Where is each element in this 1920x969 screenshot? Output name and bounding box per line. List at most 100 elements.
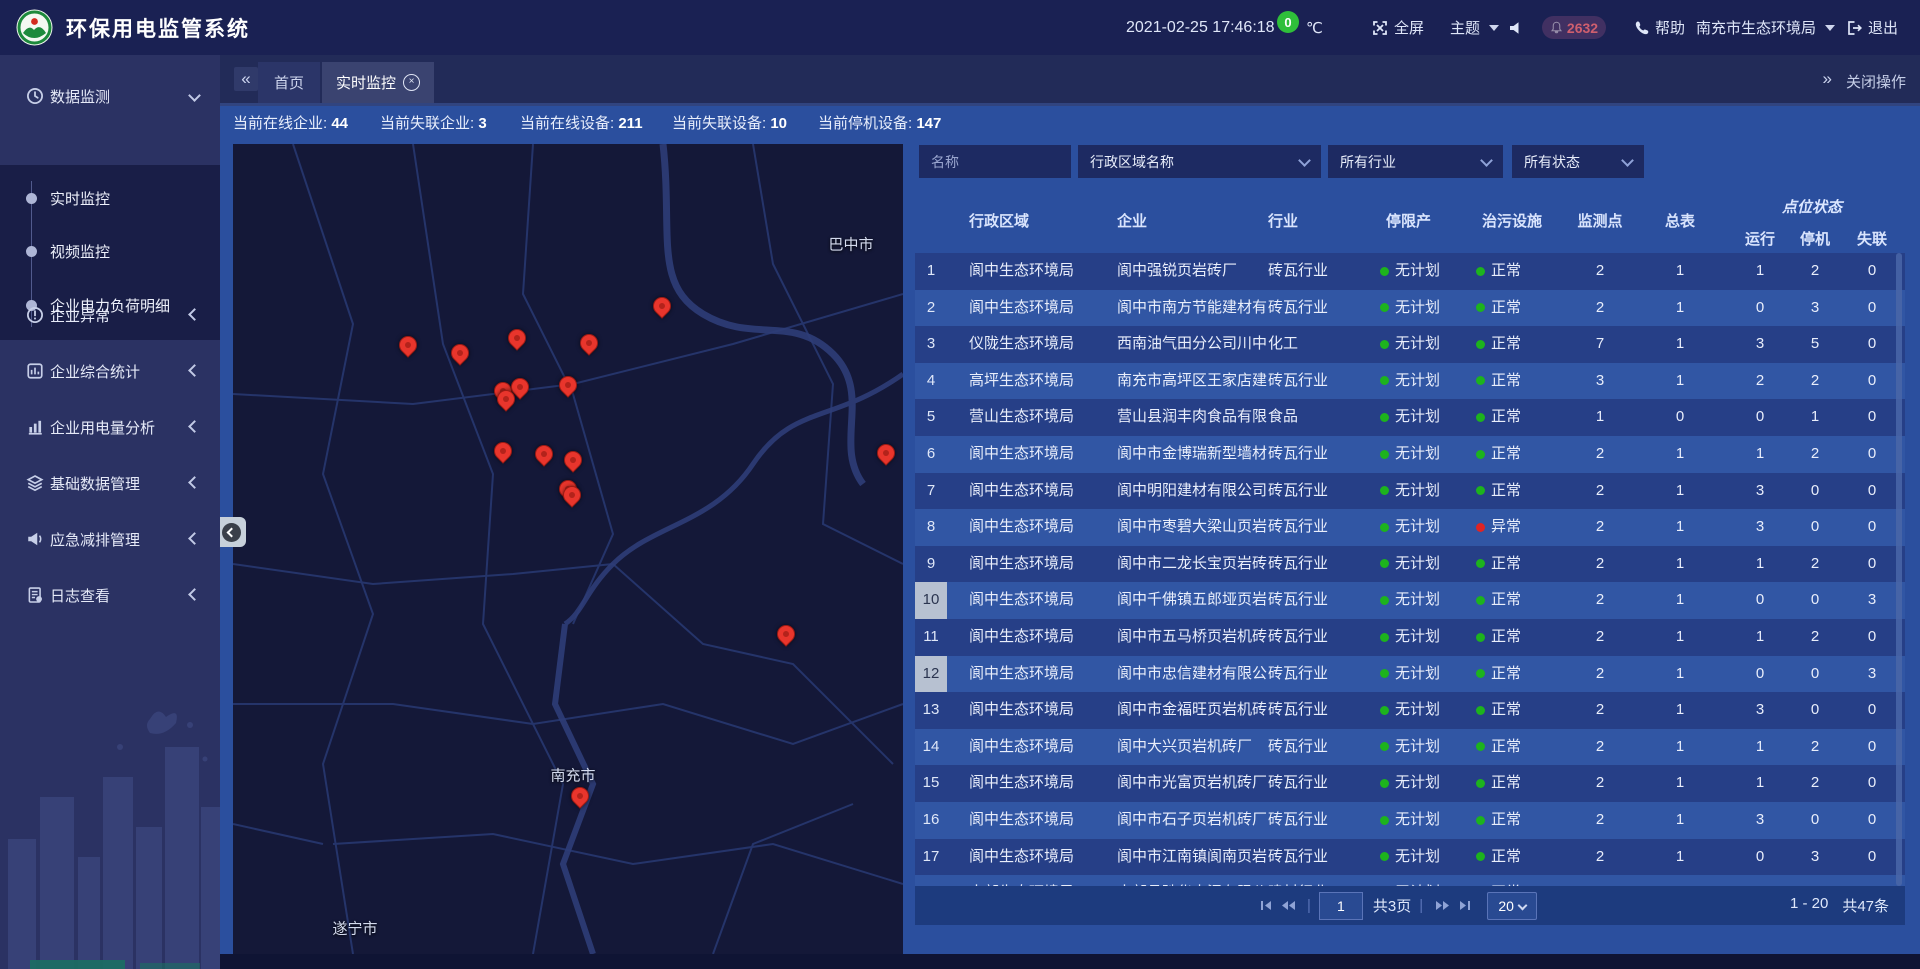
help-button[interactable]: 帮助	[1634, 0, 1685, 55]
table-row[interactable]: 2阆中生态环境局阆中市南方节能建材有砖瓦行业无计划正常21030	[915, 290, 1905, 327]
cell-industry: 砖瓦行业	[1268, 509, 1373, 546]
col-header-company: 企业	[1117, 210, 1147, 231]
table-row[interactable]: 16阆中生态环境局阆中市石子页岩机砖厂砖瓦行业无计划正常21300	[915, 802, 1905, 839]
cell-run: 3	[1730, 509, 1790, 546]
map-city-label: 南充市	[550, 765, 595, 786]
region-filter-select[interactable]: 行政区域名称	[1078, 145, 1321, 178]
row-number: 2	[915, 290, 947, 327]
sidebar-item-5[interactable]: 基础数据管理	[0, 455, 220, 511]
cell-facility: 正常	[1476, 656, 1556, 693]
sidebar-item-label: 应急减排管理	[50, 529, 140, 550]
cell-industry: 砖瓦行业	[1268, 290, 1373, 327]
col-header-monitor: 监测点	[1577, 210, 1622, 231]
fullscreen-button[interactable]: 全屏	[1372, 0, 1424, 55]
theme-button[interactable]: 主题	[1450, 0, 1499, 55]
table-row[interactable]: 14阆中生态环境局阆中大兴页岩机砖厂砖瓦行业无计划正常21120	[915, 729, 1905, 766]
sidebar-item-6[interactable]: 应急减排管理	[0, 511, 220, 567]
table-row[interactable]: 7阆中生态环境局阆中明阳建材有限公司砖瓦行业无计划正常21300	[915, 473, 1905, 510]
tabs-scroll-left-button[interactable]: «	[234, 67, 258, 91]
stat-value: 147	[916, 115, 941, 132]
table-row[interactable]: 6阆中生态环境局阆中市金博瑞新型墙材砖瓦行业无计划正常21120	[915, 436, 1905, 473]
page-size-select[interactable]: 20	[1487, 892, 1537, 920]
map-panel[interactable]: 巴中市南充市遂宁市	[233, 144, 903, 954]
top-header: 环保用电监管系统 2021-02-25 17:46:18 0 ℃ 全屏 主题	[0, 0, 1920, 55]
table-row[interactable]: 10阆中生态环境局阆中千佛镇五郎垭页岩砖瓦行业无计划正常21003	[915, 582, 1905, 619]
name-filter-field[interactable]	[919, 145, 1071, 178]
sidebar-item-2[interactable]: 企业异常	[0, 287, 220, 343]
industry-filter-select[interactable]: 所有行业	[1328, 145, 1503, 178]
tabs-scroll-right-button[interactable]: »	[1823, 69, 1832, 89]
chart-icon	[26, 418, 44, 436]
cell-run: 0	[1730, 875, 1790, 886]
limit-text: 无计划	[1395, 665, 1440, 682]
table-row[interactable]: 8阆中生态环境局阆中市枣碧大梁山页岩砖瓦行业无计划异常21300	[915, 509, 1905, 546]
tab-home[interactable]: 首页	[258, 62, 320, 103]
status-filter-select[interactable]: 所有状态	[1512, 145, 1644, 178]
sidebar-item-7[interactable]: 日志查看	[0, 567, 220, 623]
page-number-input[interactable]	[1319, 892, 1363, 920]
table-row[interactable]: 12阆中生态环境局阆中市忠信建材有限公砖瓦行业无计划正常21003	[915, 656, 1905, 693]
stat-value: 3	[478, 115, 486, 132]
table-row[interactable]: 15阆中生态环境局阆中市光富页岩机砖厂砖瓦行业无计划正常21120	[915, 765, 1905, 802]
prev-page-button[interactable]	[1277, 895, 1299, 917]
table-scrollbar[interactable]	[1896, 253, 1902, 886]
tab-realtime-monitor[interactable]: 实时监控 ×	[322, 62, 434, 103]
col-header-run: 运行	[1745, 228, 1775, 249]
table-row[interactable]: 18南部生态环境局南部县驰华水泥有限公建材行业无计划正常60060	[915, 875, 1905, 886]
cell-company: 阆中市金博瑞新型墙材	[1117, 436, 1267, 473]
table-row[interactable]: 1阆中生态环境局阆中强锐页岩砖厂砖瓦行业无计划正常21120	[915, 253, 1905, 290]
cell-stop: 5	[1787, 326, 1843, 363]
stats-bar: 当前在线企业: 44当前失联企业: 3当前在线设备: 211当前失联设备: 10…	[220, 103, 1920, 144]
cell-run: 3	[1730, 802, 1790, 839]
status-dot-icon	[1476, 303, 1485, 312]
facility-text: 正常	[1491, 628, 1521, 645]
facility-text: 正常	[1491, 445, 1521, 462]
table-row[interactable]: 13阆中生态环境局阆中市金福旺页岩机砖砖瓦行业无计划正常21300	[915, 692, 1905, 729]
stat-label: 当前在线企业:	[233, 115, 331, 132]
logout-button[interactable]: 退出	[1846, 0, 1898, 55]
cell-monitor: 2	[1560, 509, 1640, 546]
next-page-button[interactable]	[1431, 895, 1453, 917]
sidebar-collapse-button[interactable]	[220, 517, 246, 547]
table-row[interactable]: 5营山生态环境局营山县润丰肉食品有限食品无计划正常10010	[915, 399, 1905, 436]
tab-close-icon[interactable]: ×	[403, 74, 420, 91]
cell-monitor: 2	[1560, 839, 1640, 876]
alert-icon	[26, 306, 44, 324]
cell-lost: 0	[1844, 509, 1900, 546]
cell-lost: 0	[1844, 326, 1900, 363]
table-row[interactable]: 3仪陇生态环境局西南油气田分公司川中化工无计划正常71350	[915, 326, 1905, 363]
cell-limit: 无计划	[1380, 802, 1472, 839]
last-page-icon	[1458, 899, 1471, 912]
facility-text: 正常	[1491, 262, 1521, 279]
cell-limit: 无计划	[1380, 692, 1472, 729]
close-operations-button[interactable]: 关闭操作	[1846, 71, 1906, 92]
cell-run: 3	[1730, 326, 1790, 363]
first-page-button[interactable]	[1255, 895, 1277, 917]
total-items-label: 共47条	[1842, 895, 1889, 916]
sidebar-item-1[interactable]: 数据监测	[0, 68, 220, 124]
notification-badge[interactable]: 2632	[1542, 16, 1606, 39]
table-row[interactable]: 9阆中生态环境局阆中市二龙长宝页岩砖砖瓦行业无计划正常21120	[915, 546, 1905, 583]
first-page-icon	[1260, 899, 1273, 912]
cell-lost: 0	[1844, 619, 1900, 656]
table-row[interactable]: 11阆中生态环境局阆中市五马桥页岩机砖砖瓦行业无计划正常21120	[915, 619, 1905, 656]
status-dot-icon	[1380, 742, 1389, 751]
sidebar-subitem-1[interactable]: 实时监控	[0, 181, 220, 215]
map-roads	[233, 144, 903, 954]
chevron-left-icon	[188, 308, 201, 321]
speaker-mute-button[interactable]	[1508, 0, 1524, 55]
limit-text: 无计划	[1395, 372, 1440, 389]
sidebar-item-3[interactable]: 企业综合统计	[0, 343, 220, 399]
name-filter-input[interactable]	[919, 154, 1071, 170]
user-menu[interactable]: 南充市生态环境局	[1696, 0, 1835, 55]
last-page-button[interactable]	[1453, 895, 1475, 917]
cell-stop: 3	[1787, 290, 1843, 327]
cell-monitor: 2	[1560, 619, 1640, 656]
table-row[interactable]: 17阆中生态环境局阆中市江南镇阆南页岩砖瓦行业无计划正常21030	[915, 839, 1905, 876]
table-row[interactable]: 4高坪生态环境局南充市高坪区王家店建砖瓦行业无计划正常31220	[915, 363, 1905, 400]
stat-item-4: 当前失联设备: 10	[672, 103, 787, 144]
limit-text: 无计划	[1395, 848, 1440, 865]
sidebar-subitem-2[interactable]: 视频监控	[0, 234, 220, 268]
sidebar-item-4[interactable]: 企业用电量分析	[0, 399, 220, 455]
row-number: 18	[915, 875, 947, 886]
